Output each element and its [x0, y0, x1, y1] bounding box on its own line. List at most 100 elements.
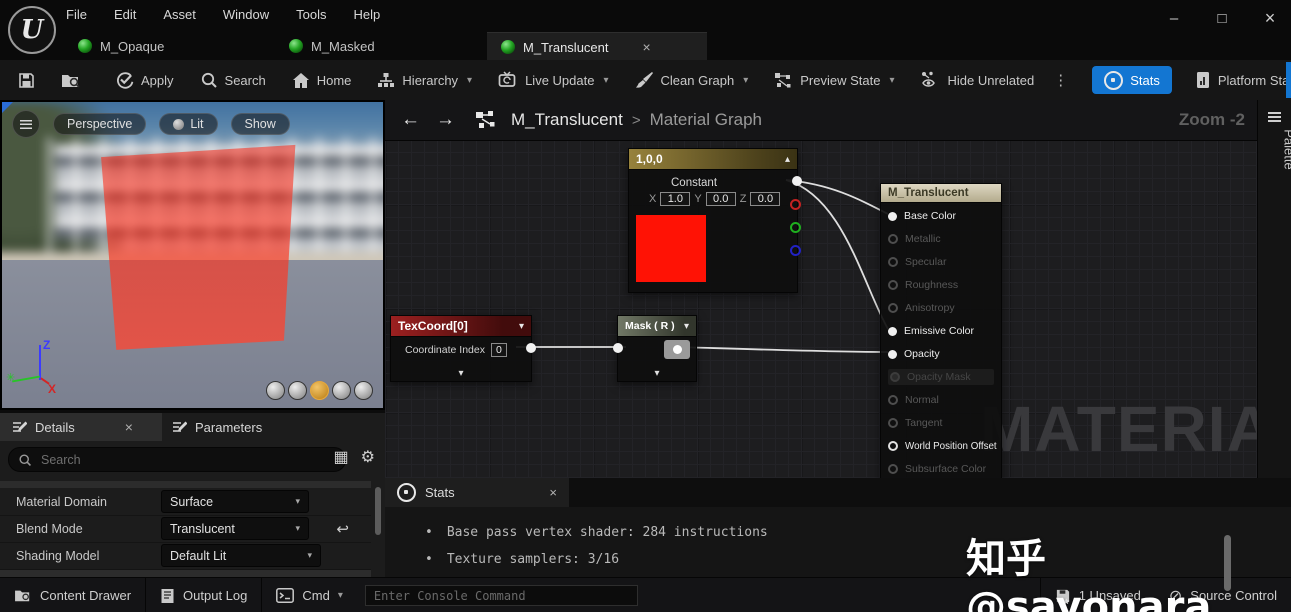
cmd-dropdown[interactable]: Cmd ▾ — [262, 578, 356, 612]
editor-toolbar: Apply Search Home Hierarchy ▾ Live Updat… — [0, 60, 1291, 102]
live-update-button[interactable]: Live Update ▾ — [485, 60, 621, 100]
pin-opacity[interactable]: Opacity — [888, 346, 1000, 362]
mask-input-pin[interactable] — [613, 343, 623, 353]
pin-metallic[interactable]: Metallic — [888, 231, 1000, 247]
collapse-icon[interactable]: ▾ — [519, 321, 524, 332]
collapse-icon[interactable]: ▾ — [684, 321, 689, 332]
menu-asset[interactable]: Asset — [163, 7, 196, 22]
clean-graph-button[interactable]: Clean Graph ▾ — [622, 60, 762, 100]
blend-mode-dropdown[interactable]: Translucent ▾ — [161, 517, 309, 540]
chevron-down-icon: ▾ — [295, 523, 300, 534]
minimize-button[interactable]: – — [1163, 10, 1185, 27]
nav-back-button[interactable]: ← — [401, 109, 420, 131]
breadcrumb-graph[interactable]: Material Graph — [650, 110, 762, 130]
breadcrumb-asset[interactable]: M_Translucent — [511, 110, 623, 130]
menu-tools[interactable]: Tools — [296, 7, 326, 22]
node-mask[interactable]: Mask ( R ) ▾ ▾ — [617, 315, 697, 382]
hierarchy-button[interactable]: Hierarchy ▾ — [364, 60, 485, 100]
constant-b-pin[interactable] — [790, 245, 801, 256]
shape-mesh-button[interactable] — [354, 381, 373, 400]
close-button[interactable]: × — [1259, 8, 1281, 29]
shape-cube-button[interactable] — [332, 381, 351, 400]
preview-state-button[interactable]: Preview State ▾ — [761, 60, 907, 100]
apply-button[interactable]: Apply — [102, 60, 187, 100]
pin-opacity-mask[interactable]: Opacity Mask — [888, 369, 994, 385]
coordinate-index-label: Coordinate Index — [405, 344, 485, 356]
pin-specular[interactable]: Specular — [888, 254, 1000, 270]
y-value-field[interactable]: 0.0 — [706, 192, 736, 206]
hide-unrelated-button[interactable]: Hide Unrelated — [907, 60, 1047, 100]
maximize-button[interactable]: □ — [1211, 10, 1233, 27]
pin-emissive-color[interactable]: Emissive Color — [888, 323, 1000, 339]
details-tab-close-icon[interactable]: × — [125, 419, 133, 435]
live-update-label: Live Update — [525, 73, 594, 88]
expand-icon[interactable]: ▾ — [618, 368, 696, 379]
platform-stats-button[interactable]: Platform Stats — [1182, 60, 1291, 100]
shape-sphere-button[interactable] — [288, 381, 307, 400]
axis-gizmo: Z ✳ X — [22, 340, 102, 400]
constant-g-pin[interactable] — [790, 222, 801, 233]
pin-anisotropy[interactable]: Anisotropy — [888, 300, 1000, 316]
stats-tab[interactable]: Stats × — [385, 478, 569, 507]
collapse-icon[interactable]: ▴ — [785, 154, 790, 165]
tab-details[interactable]: Details × — [0, 413, 162, 441]
node-result-m-translucent[interactable]: M_Translucent Base Color Metallic Specul… — [880, 183, 1002, 480]
menu-edit[interactable]: Edit — [114, 7, 136, 22]
shape-plane-button[interactable] — [310, 381, 329, 400]
perspective-button[interactable]: Perspective — [53, 113, 146, 135]
home-button[interactable]: Home — [279, 60, 365, 100]
menu-window[interactable]: Window — [223, 7, 269, 22]
pin-roughness[interactable]: Roughness — [888, 277, 1000, 293]
tab-m-translucent[interactable]: M_Translucent × — [487, 32, 707, 61]
pin-subsurface-color[interactable]: Subsurface Color — [888, 461, 1000, 477]
show-button[interactable]: Show — [231, 113, 290, 135]
tab-m-opaque[interactable]: M_Opaque — [78, 32, 164, 60]
clean-graph-label: Clean Graph — [661, 73, 735, 88]
texcoord-output-pin[interactable] — [526, 343, 536, 353]
apply-icon — [115, 71, 134, 90]
details-scrollbar[interactable] — [375, 487, 381, 535]
coordinate-index-field[interactable]: 0 — [491, 343, 507, 357]
pin-world-position-offset[interactable]: World Position Offset — [888, 438, 1000, 454]
constant-r-pin[interactable] — [790, 199, 801, 210]
menu-help[interactable]: Help — [353, 7, 380, 22]
browse-button[interactable] — [48, 60, 94, 100]
z-value-field[interactable]: 0.0 — [750, 192, 780, 206]
console-command-input[interactable] — [365, 585, 638, 606]
display-filter-icon[interactable]: ▦ — [334, 447, 349, 467]
content-drawer-button[interactable]: Content Drawer — [0, 578, 145, 612]
constant-output-pin[interactable] — [792, 176, 802, 186]
expand-icon[interactable]: ▾ — [391, 368, 531, 379]
menu-file[interactable]: File — [66, 7, 87, 22]
stats-close-icon[interactable]: × — [549, 485, 557, 500]
material-domain-dropdown[interactable]: Surface ▾ — [161, 490, 309, 513]
viewport-menu-button[interactable] — [12, 110, 40, 138]
pin-base-color[interactable]: Base Color — [888, 208, 1000, 224]
node-constant[interactable]: 1,0,0 ▴ Constant X 1.0 Y 0.0 Z 0.0 — [628, 148, 798, 293]
constant-type-label: Constant — [671, 177, 717, 189]
nav-forward-button[interactable]: → — [436, 109, 455, 131]
toolbar-overflow-button[interactable]: ⋮ — [1047, 71, 1074, 89]
preview-viewport[interactable]: Perspective Lit Show Z ✳ X — [0, 100, 385, 410]
shape-cylinder-button[interactable] — [266, 381, 285, 400]
lit-button[interactable]: Lit — [159, 113, 217, 135]
mask-output-pin[interactable] — [664, 340, 690, 359]
shading-model-dropdown[interactable]: Default Lit ▾ — [161, 544, 321, 567]
hide-unrelated-label: Hide Unrelated — [947, 73, 1034, 88]
tab-close-icon[interactable]: × — [643, 39, 651, 55]
output-log-button[interactable]: Output Log — [146, 578, 261, 612]
pin-tangent[interactable]: Tangent — [888, 415, 1000, 431]
x-label: X — [649, 193, 656, 205]
x-value-field[interactable]: 1.0 — [660, 192, 690, 206]
search-button[interactable]: Search — [187, 60, 279, 100]
pin-normal[interactable]: Normal — [888, 392, 1000, 408]
node-texcoord[interactable]: TexCoord[0] ▾ Coordinate Index 0 ▾ — [390, 315, 532, 382]
settings-gear-icon[interactable]: ⚙ — [361, 447, 375, 467]
tab-m-masked[interactable]: M_Masked — [289, 32, 375, 60]
content-drawer-icon — [14, 588, 32, 603]
save-button[interactable] — [0, 60, 48, 100]
tab-parameters[interactable]: Parameters — [160, 413, 274, 441]
reset-to-default-icon[interactable]: ↩ — [336, 520, 349, 538]
details-search-input[interactable] — [39, 452, 293, 468]
stats-toggle-button[interactable]: Stats — [1092, 66, 1172, 94]
